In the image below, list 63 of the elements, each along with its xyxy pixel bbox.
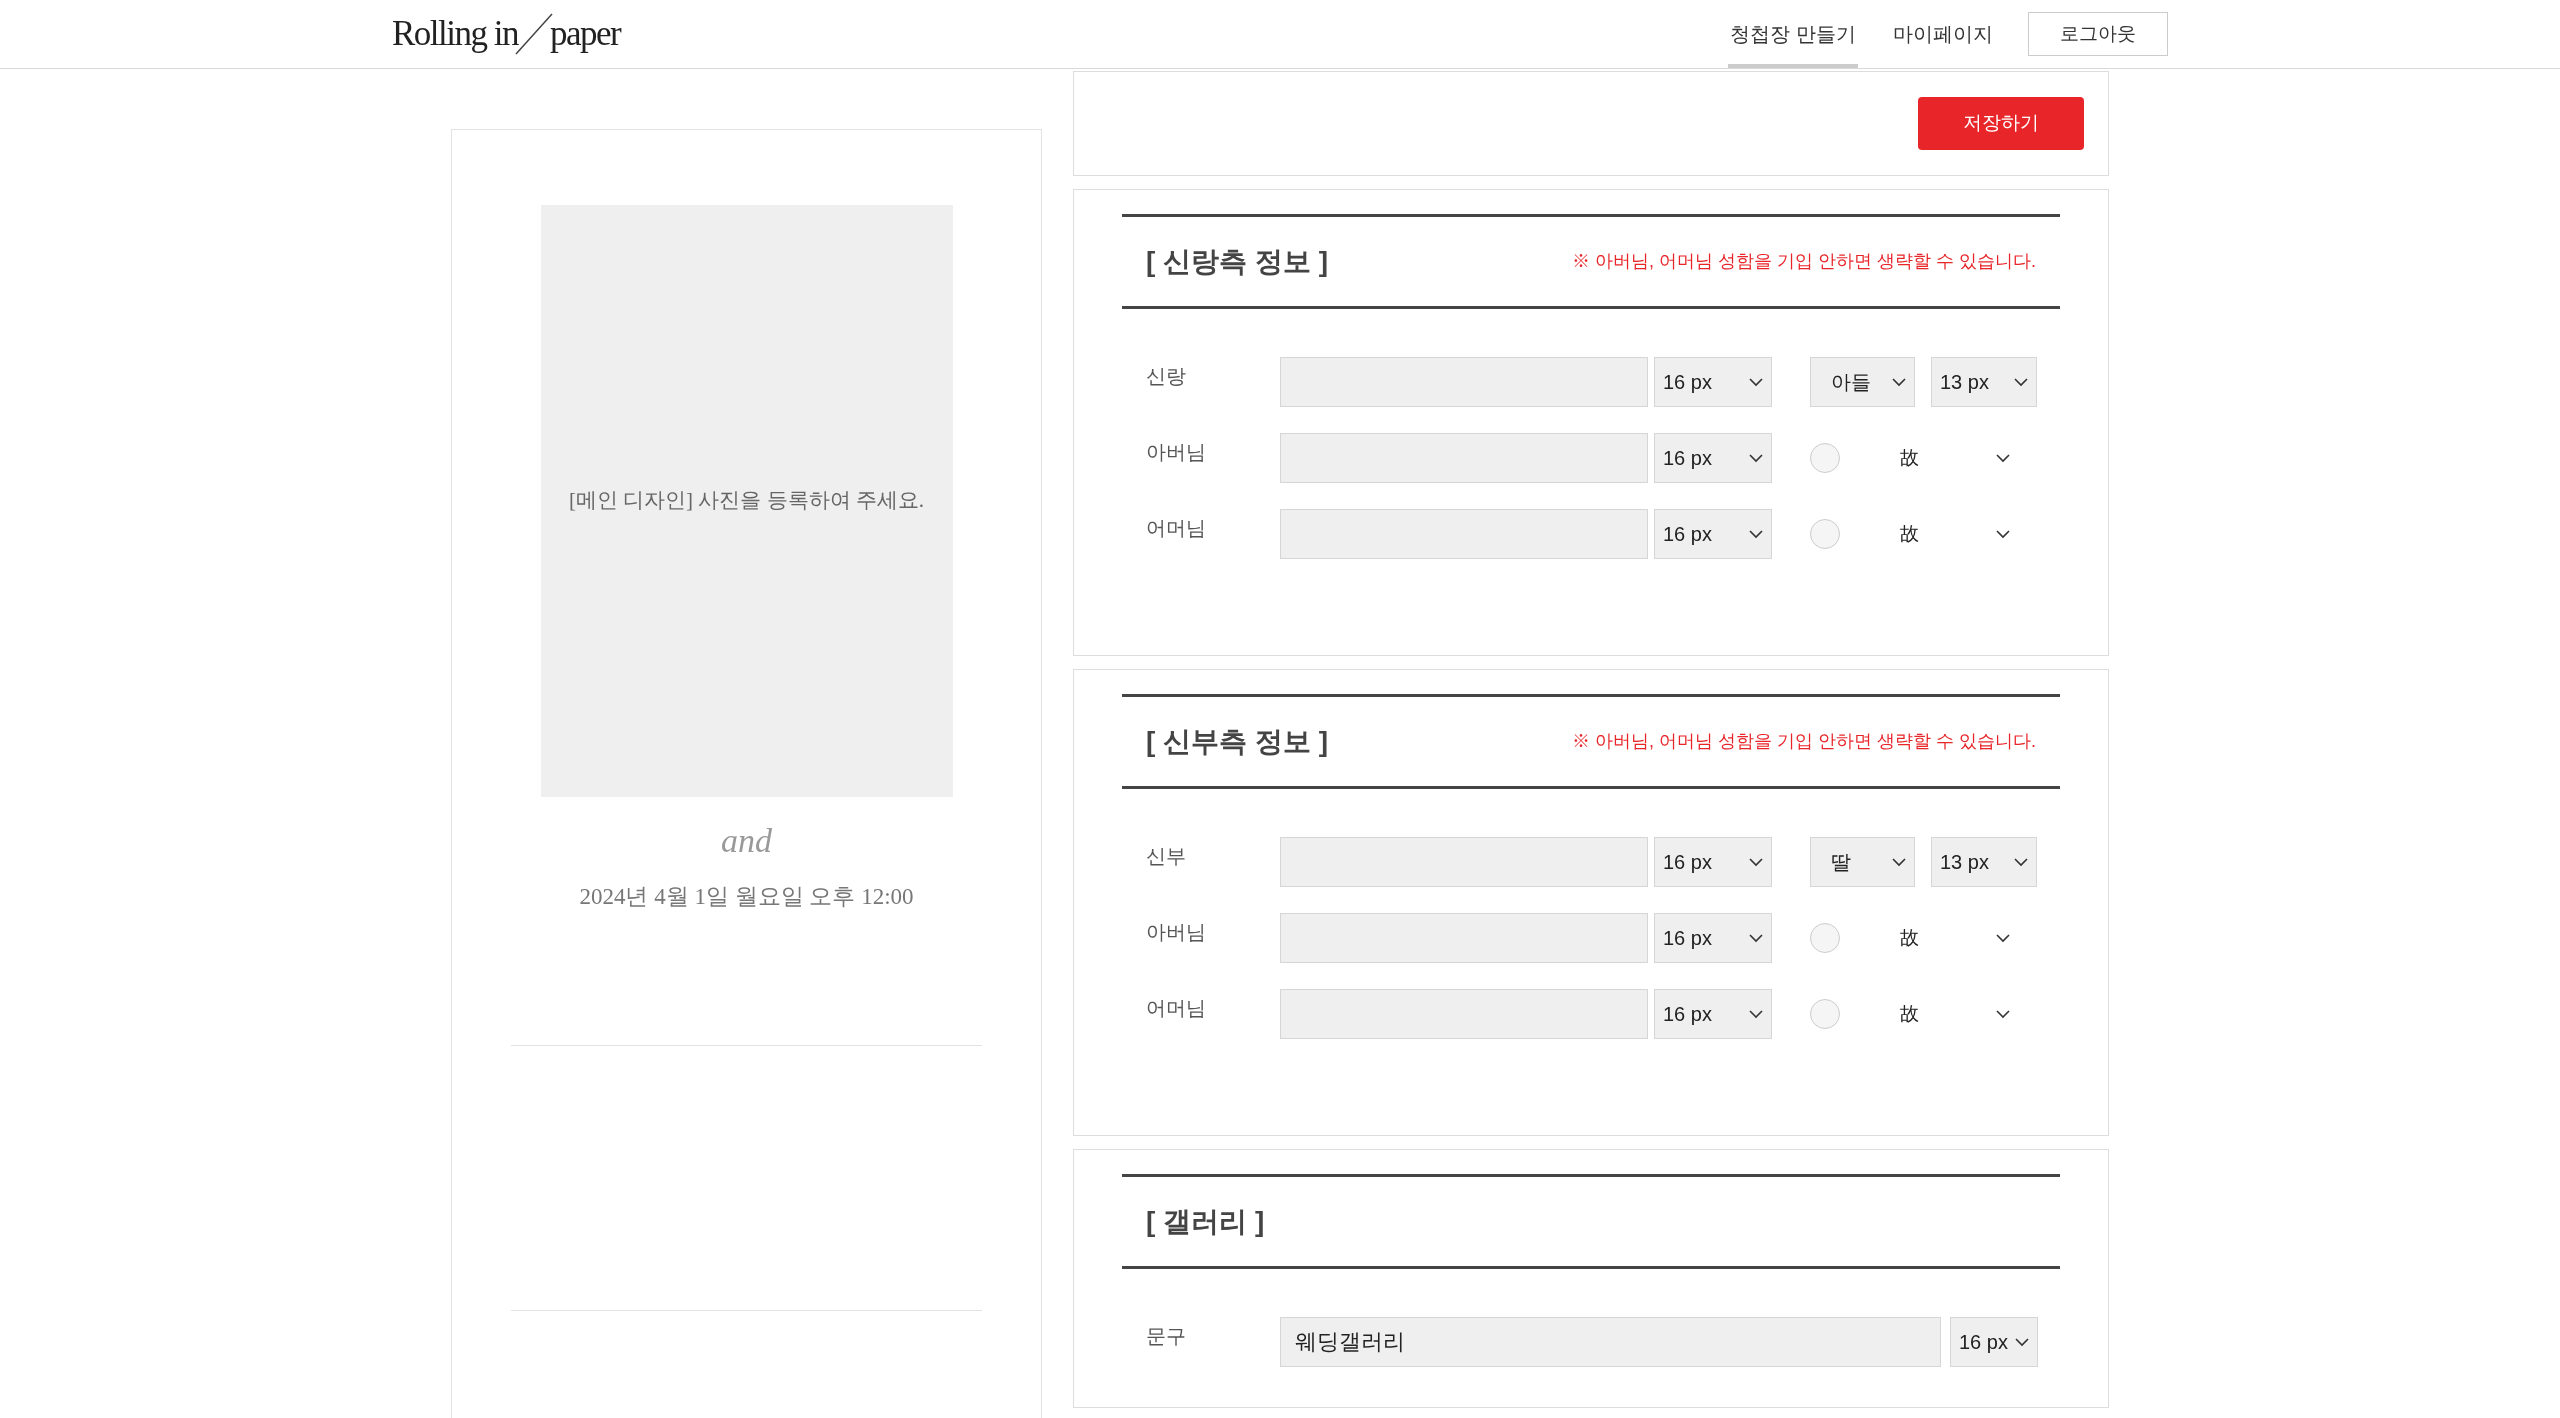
text-field[interactable] <box>1280 913 1648 963</box>
field-label: 어머님 <box>1145 996 1207 1021</box>
field-label: 어머님 <box>1145 516 1207 541</box>
placeholder-text: [메인 디자인] 사진을 등록하여 주세요. <box>568 487 925 515</box>
size-select[interactable]: 16 px <box>1654 989 1772 1039</box>
size-select[interactable]: 16 px <box>1654 509 1772 559</box>
radio-button[interactable] <box>1810 443 1840 473</box>
chevron-icon <box>1749 857 1763 867</box>
section-title: [ 신랑측 정보 ] <box>1146 244 1328 279</box>
field-label: 아버님 <box>1145 440 1207 465</box>
size-select[interactable]: 16 px <box>1654 837 1772 887</box>
relation-select[interactable]: 딸 <box>1810 837 1915 887</box>
radio-button[interactable] <box>1810 923 1840 953</box>
field-label: 문구 <box>1145 1324 1187 1349</box>
field-label: 신부 <box>1145 844 1187 869</box>
relation-select[interactable]: 아들 <box>1810 357 1915 407</box>
mark-select[interactable]: 故 <box>1900 913 2010 963</box>
text-field[interactable] <box>1280 837 1648 887</box>
field-label: 신랑 <box>1145 364 1187 389</box>
chevron-icon <box>1749 1009 1763 1019</box>
size-select[interactable]: 13 px <box>1931 357 2037 407</box>
radio-button[interactable] <box>1810 519 1840 549</box>
chevron-icon <box>2014 857 2028 867</box>
and-text: and <box>721 821 772 861</box>
text-field[interactable] <box>1280 509 1648 559</box>
chevron-icon <box>1892 377 1906 387</box>
notice-text: ※ 아버님, 어머님 성함을 기입 안하면 생략할 수 있습니다. <box>1572 250 2036 273</box>
chevron-icon <box>1749 529 1763 539</box>
size-select[interactable]: 16 px <box>1950 1317 2038 1367</box>
logo-text: Rolling in <box>392 12 518 55</box>
wedding-date: 2024년 4월 1일 월요일 오후 12:00 <box>579 883 914 911</box>
size-select[interactable]: 16 px <box>1654 357 1772 407</box>
chevron-icon <box>1749 933 1763 943</box>
size-select[interactable]: 16 px <box>1654 913 1772 963</box>
photo-placeholder[interactable]: [메인 디자인] 사진을 등록하여 주세요. <box>540 205 953 797</box>
text-field[interactable] <box>1280 357 1648 407</box>
nav-link[interactable]: 청첩장 만들기 <box>1728 0 1858 68</box>
size-select[interactable]: 13 px <box>1931 837 2037 887</box>
chevron-icon <box>1996 933 2010 943</box>
chevron-icon <box>1749 453 1763 463</box>
field-label: 아버님 <box>1145 920 1207 945</box>
radio-button[interactable] <box>1810 999 1840 1029</box>
nav-link[interactable]: 마이페이지 <box>1891 0 1995 68</box>
chevron-icon <box>1996 529 2010 539</box>
chevron-icon <box>2014 377 2028 387</box>
notice-text: ※ 아버님, 어머님 성함을 기입 안하면 생략할 수 있습니다. <box>1572 730 2036 753</box>
mark-select[interactable]: 故 <box>1900 509 2010 559</box>
mark-select[interactable]: 故 <box>1900 989 2010 1039</box>
logo-text: paper <box>550 12 621 55</box>
mark-select[interactable]: 故 <box>1900 433 2010 483</box>
save-button[interactable]: 저장하기 <box>1918 97 2084 150</box>
text-field[interactable] <box>1280 989 1648 1039</box>
section-title: [ 신부측 정보 ] <box>1146 724 1328 759</box>
size-select[interactable]: 16 px <box>1654 433 1772 483</box>
chevron-icon <box>1892 857 1906 867</box>
section-title: [ 갤러리 ] <box>1146 1204 1265 1239</box>
chevron-icon <box>1996 453 2010 463</box>
text-field[interactable] <box>1280 433 1648 483</box>
text-field[interactable]: 웨딩갤러리 <box>1280 1317 1941 1367</box>
chevron-icon <box>1749 377 1763 387</box>
chevron-icon <box>1996 1009 2010 1019</box>
logout-button[interactable]: 로그아웃 <box>2028 12 2168 56</box>
chevron-icon <box>2015 1337 2029 1347</box>
